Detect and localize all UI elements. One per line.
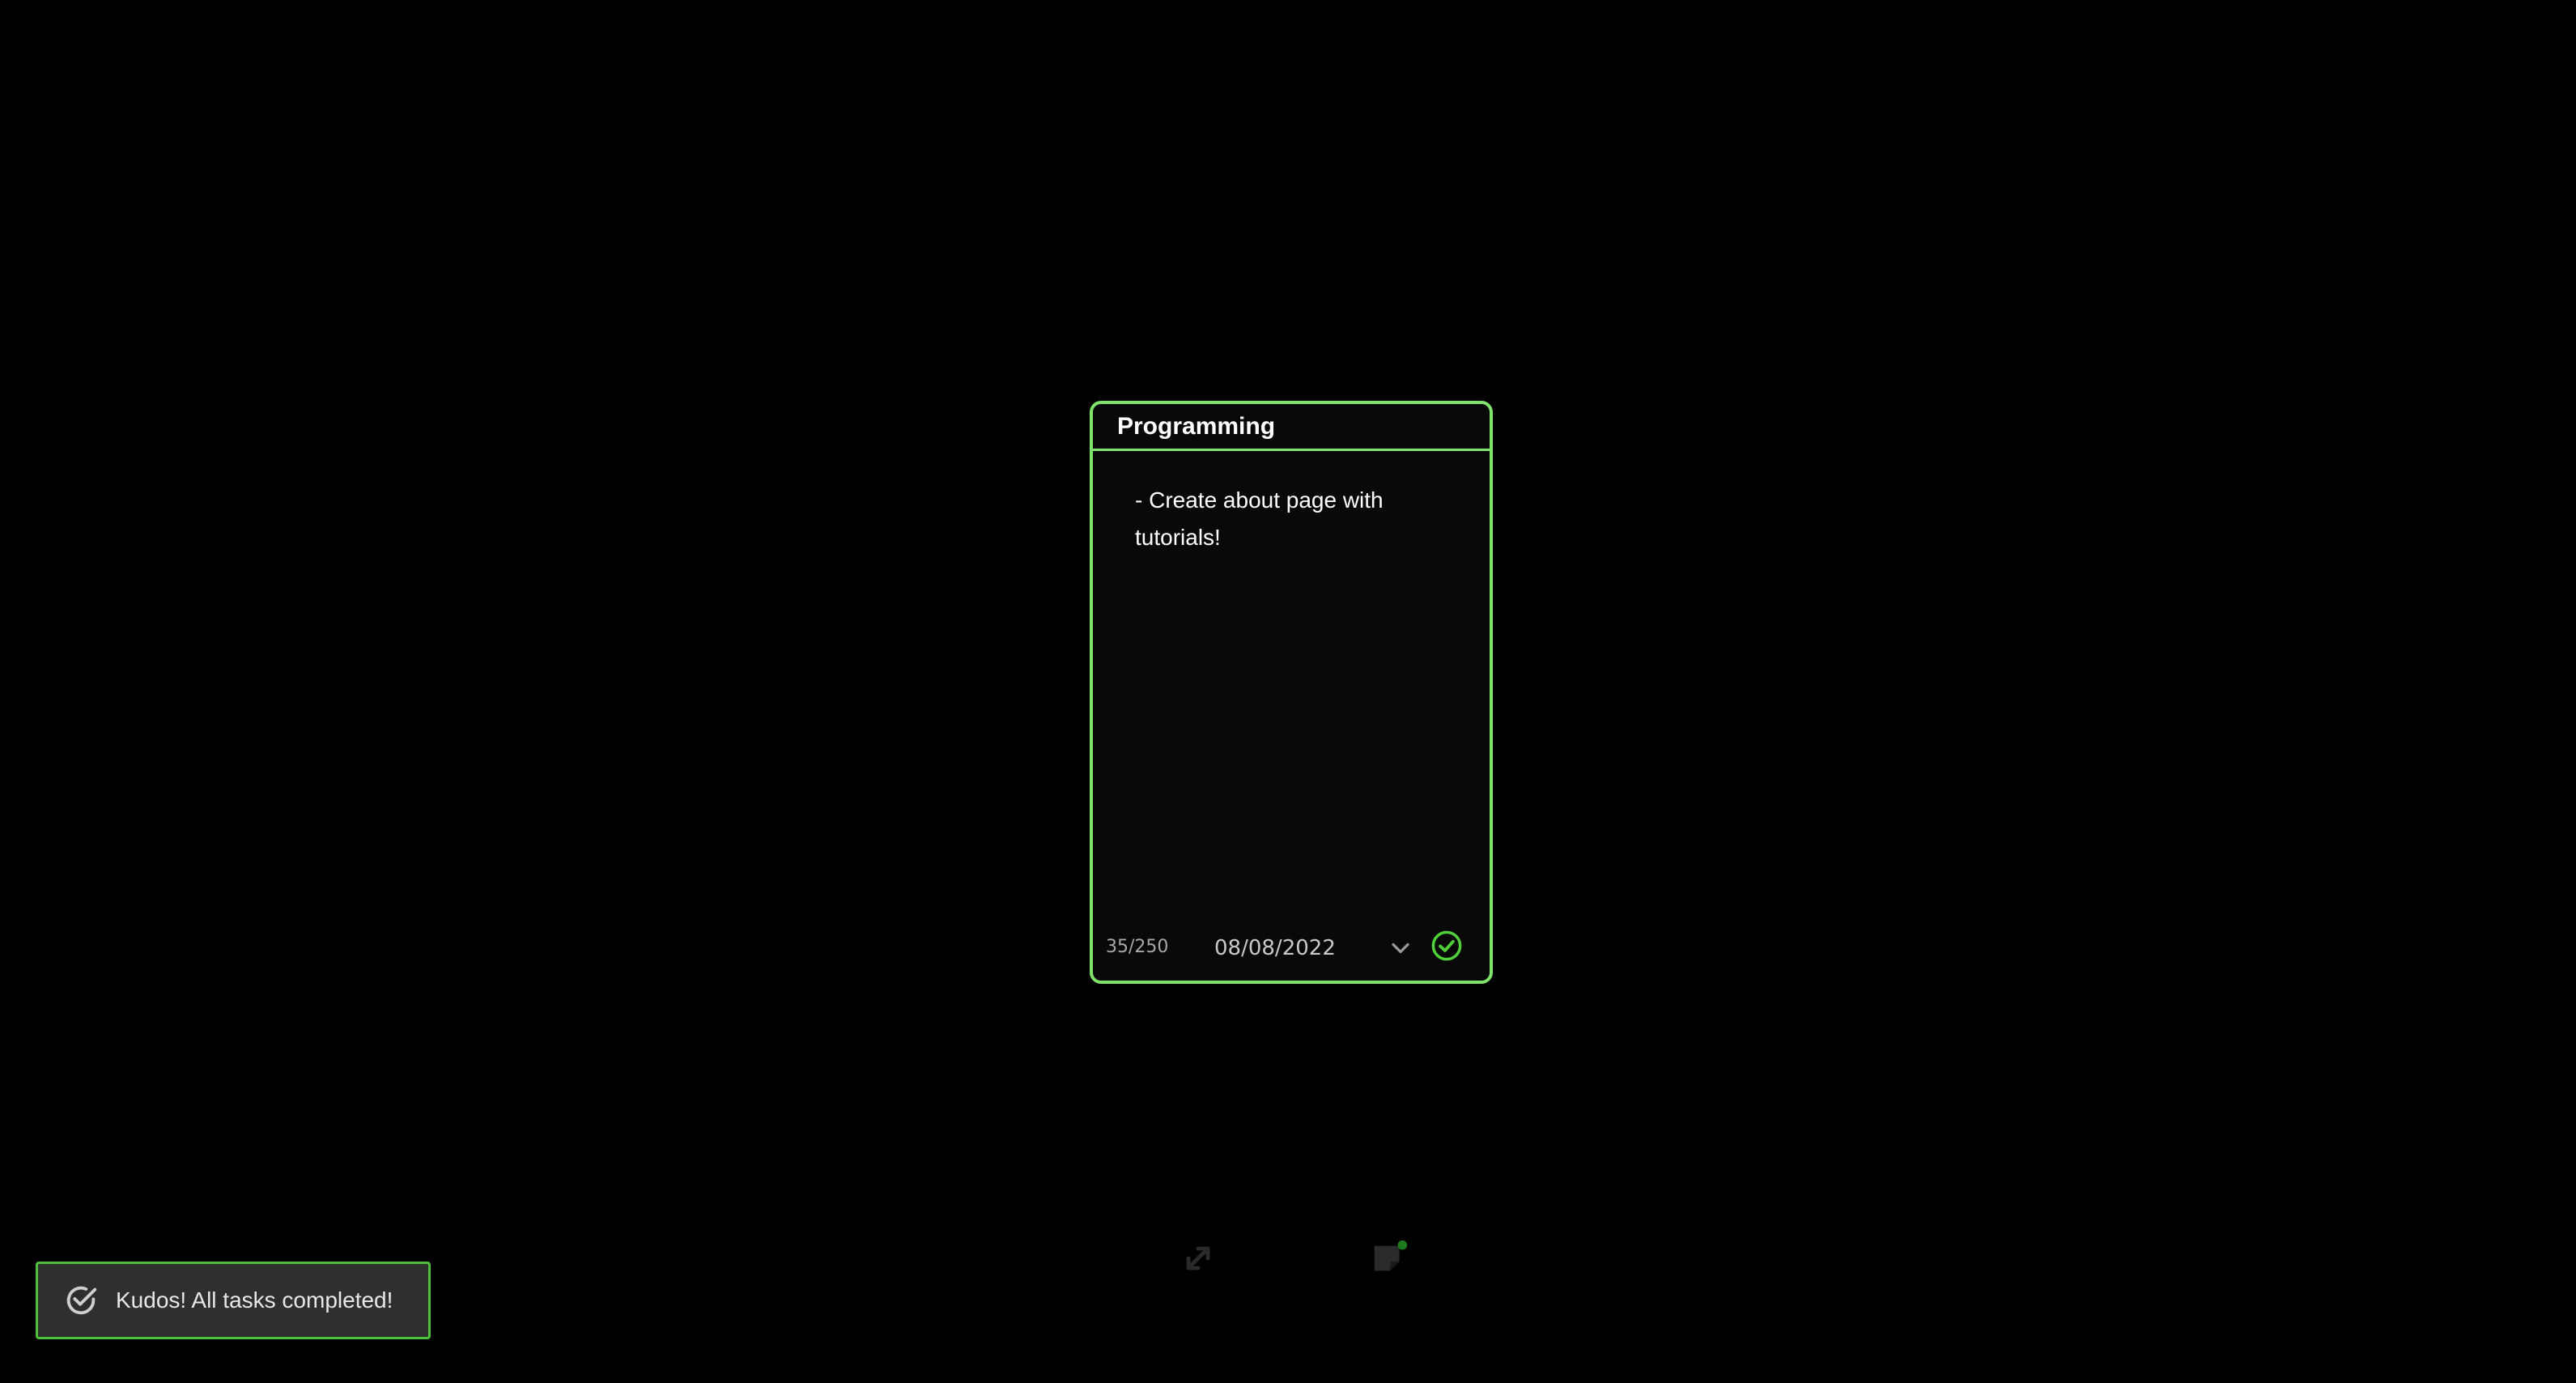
app-canvas: Programming - Create about page with tut… [0, 0, 2576, 1383]
chevron-down-icon[interactable] [1386, 934, 1415, 963]
toast-message: Kudos! All tasks completed! [116, 1287, 393, 1313]
note-content[interactable]: - Create about page with tutorials! [1135, 482, 1459, 556]
check-circle-icon [66, 1286, 97, 1315]
note-title[interactable]: Programming [1117, 413, 1275, 440]
bottom-toolbar [1179, 1239, 1413, 1278]
sticky-note-icon[interactable] [1370, 1239, 1410, 1278]
char-counter: 35/250 [1106, 937, 1169, 957]
note-footer: 35/250 08/08/2022 [1093, 908, 1490, 981]
note-header: Programming [1093, 404, 1490, 451]
expand-icon[interactable] [1179, 1239, 1218, 1278]
toast-notification: Kudos! All tasks completed! [36, 1262, 431, 1339]
note-card[interactable]: Programming - Create about page with tut… [1090, 401, 1493, 984]
complete-check-icon[interactable] [1430, 929, 1464, 963]
date-select[interactable]: 08/08/2022 [1214, 932, 1425, 964]
